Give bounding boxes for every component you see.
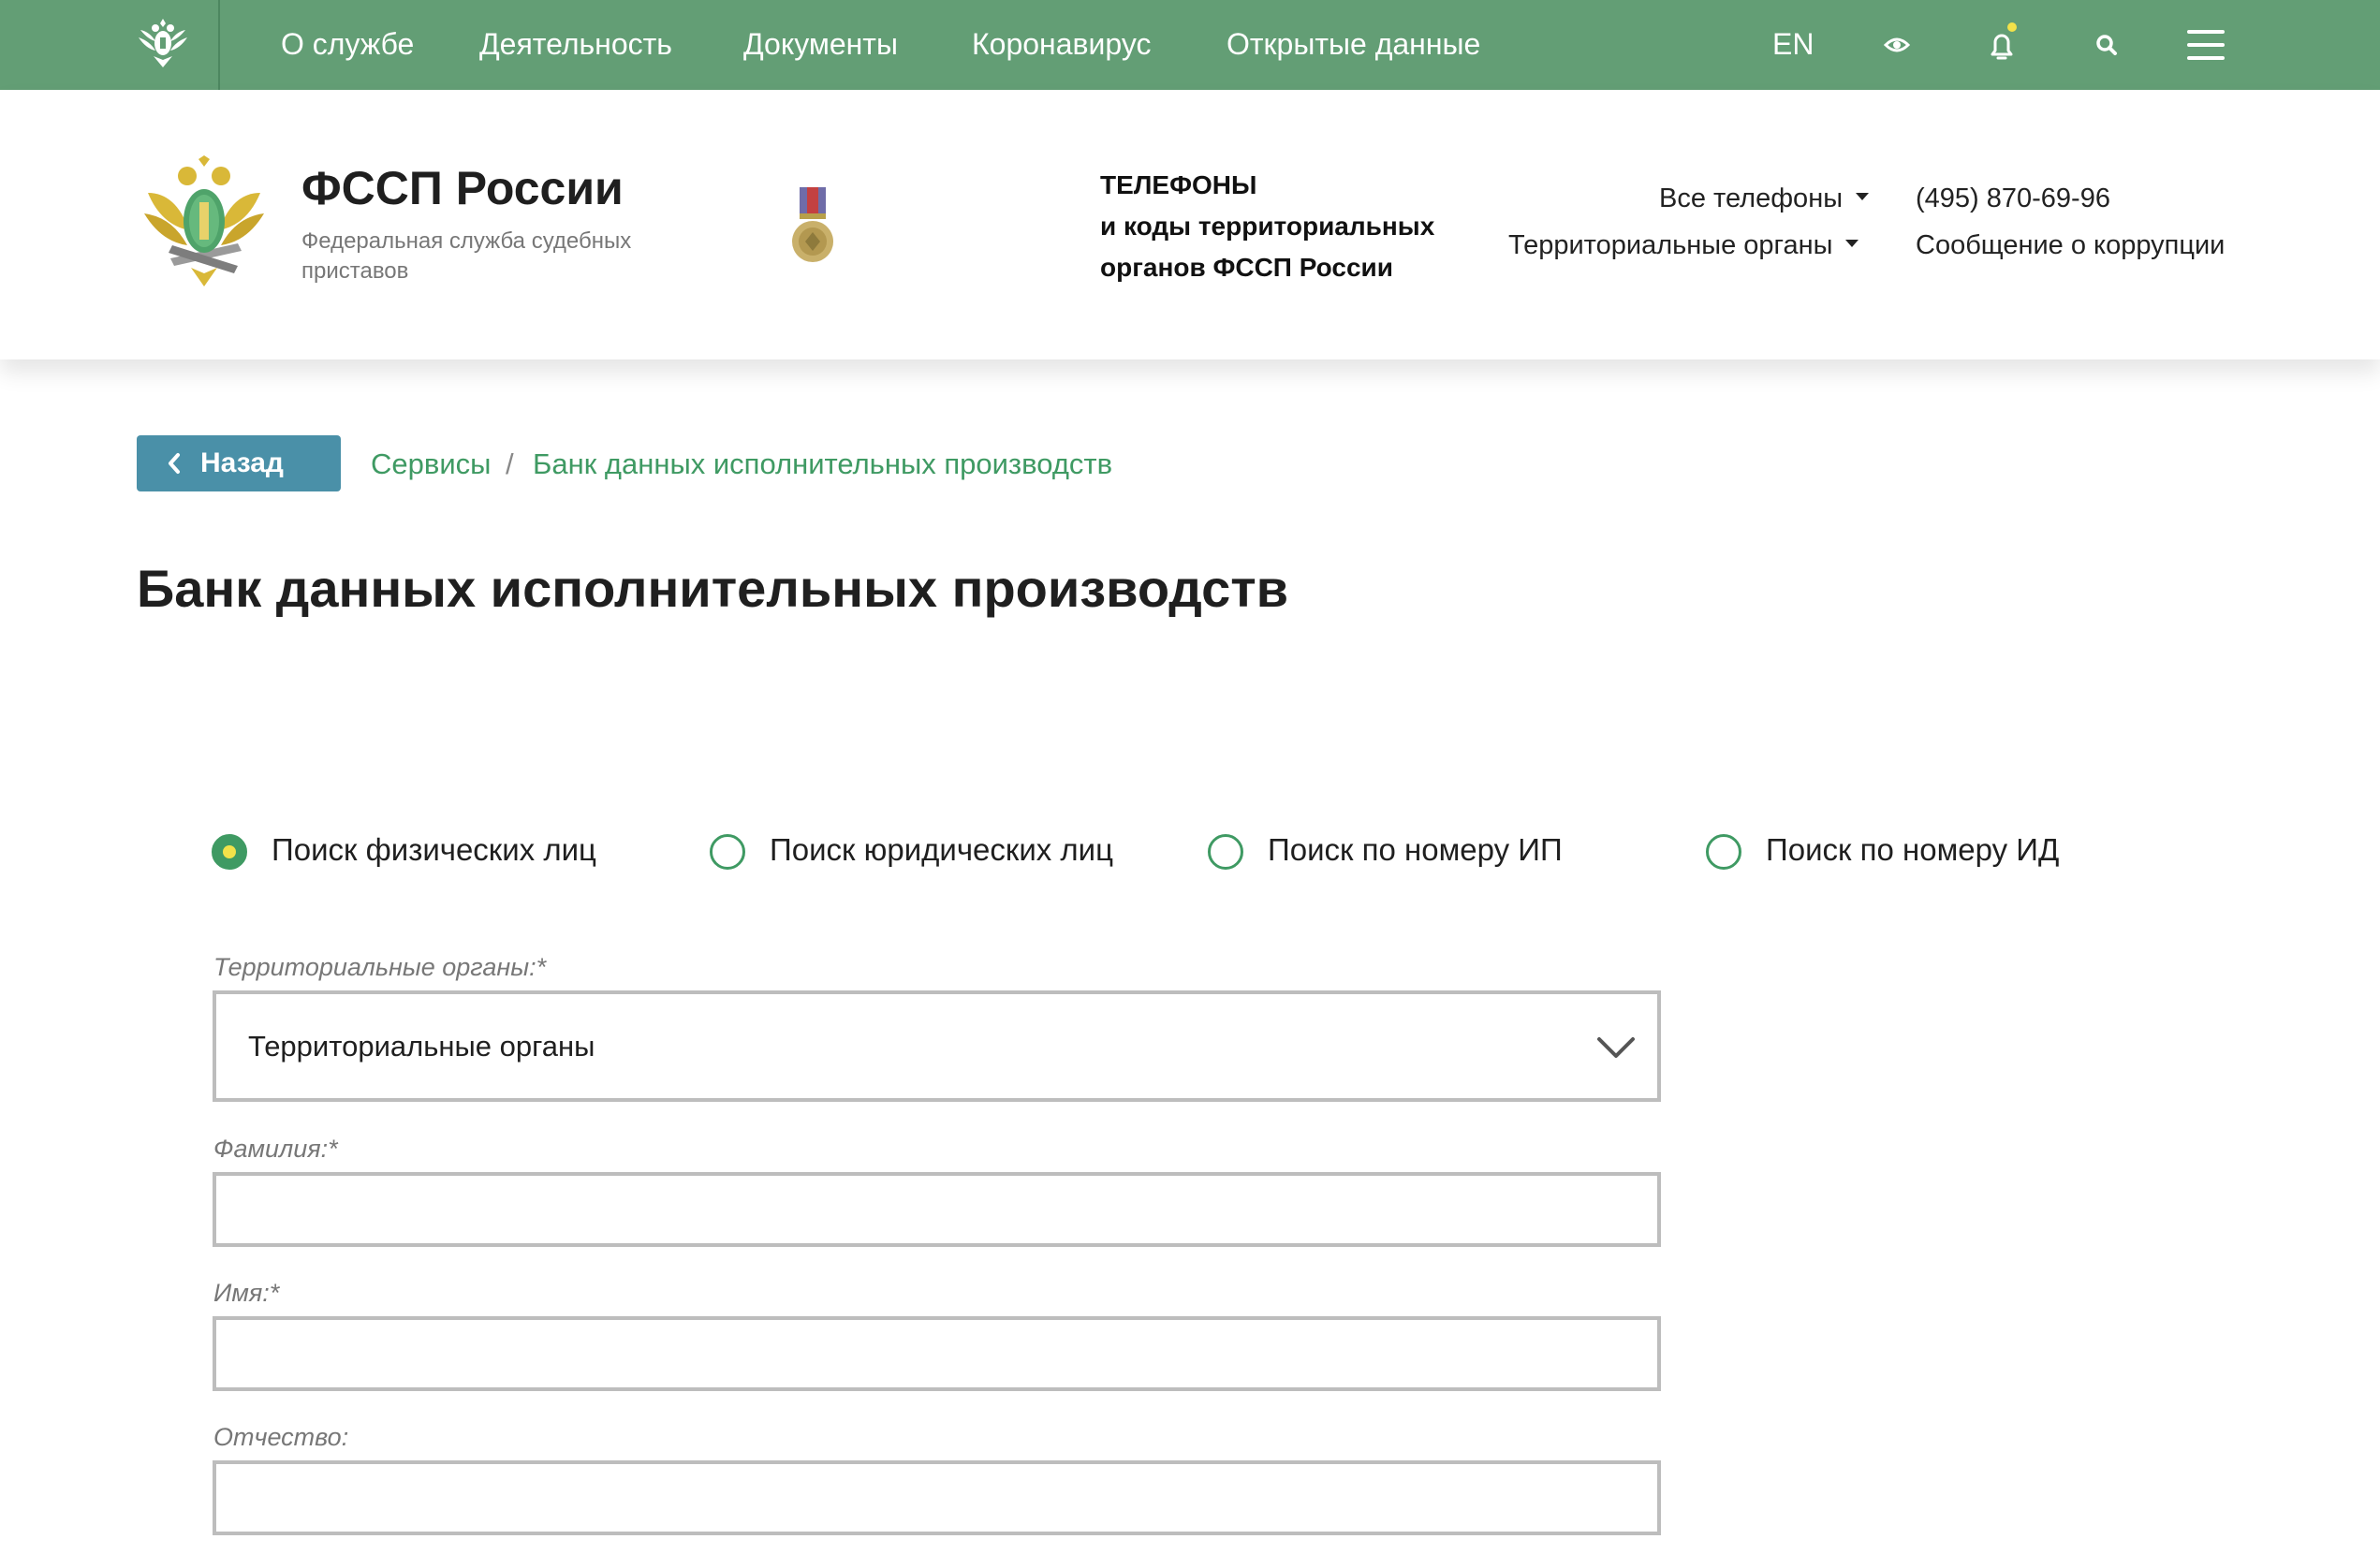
radio-button[interactable] <box>1208 834 1243 870</box>
radio-button[interactable] <box>1706 834 1741 870</box>
caret-down-icon <box>1845 240 1859 248</box>
site-header: ФССП России Федеральная служба судебных … <box>0 90 2380 359</box>
lastname-input[interactable] <box>213 1172 1661 1247</box>
page-title: Банк данных исполнительных производств <box>137 559 1289 618</box>
back-button[interactable]: Назад <box>137 435 341 491</box>
territorial-dropdown[interactable]: Территориальные органы <box>1508 230 1859 261</box>
eye-icon[interactable] <box>1874 22 1919 67</box>
radio-label[interactable]: Поиск по номеру ИП <box>1268 832 1563 868</box>
breadcrumb-current[interactable]: Банк данных исполнительных производств <box>533 447 1112 481</box>
topbar-divider <box>218 0 220 90</box>
radio-button-checked[interactable] <box>212 834 247 870</box>
firstname-field-label: Имя:* <box>213 1279 280 1307</box>
breadcrumb-separator: / <box>506 447 514 480</box>
phone-link[interactable]: (495) 870-69-96 <box>1916 183 2110 214</box>
phones-line-3: органов ФССП России <box>1100 253 1393 282</box>
radio-label[interactable]: Поиск по номеру ИД <box>1766 832 2059 868</box>
medal-icon <box>792 187 833 262</box>
nav-item-coronavirus[interactable]: Коронавирус <box>972 22 1151 66</box>
chevron-left-icon <box>169 453 180 474</box>
brand-name: ФССП России <box>301 162 624 214</box>
phones-title: ТЕЛЕФОНЫ <box>1100 170 1257 199</box>
firstname-input[interactable] <box>213 1316 1661 1391</box>
fssp-logo[interactable] <box>140 155 268 292</box>
radio-label[interactable]: Поиск физических лиц <box>272 832 596 868</box>
nav-item-activity[interactable]: Деятельность <box>479 22 672 66</box>
radio-button[interactable] <box>710 834 745 870</box>
search-icon[interactable] <box>2084 22 2129 67</box>
language-switch[interactable]: EN <box>1772 22 1814 66</box>
brand-subtitle: Федеральная служба судебных приставов <box>301 228 632 284</box>
nav-item-open-data[interactable]: Открытые данные <box>1227 22 1480 66</box>
notification-dot <box>2007 22 2017 32</box>
breadcrumb-services[interactable]: Сервисы <box>371 447 491 481</box>
back-button-label: Назад <box>200 447 284 478</box>
nav-item-about[interactable]: О службе <box>281 22 414 66</box>
phones-line-2: и коды территориальных <box>1100 212 1435 241</box>
patronymic-field-label: Отчество: <box>213 1423 349 1451</box>
corruption-report-link[interactable]: Сообщение о коррупции <box>1916 230 2225 261</box>
patronymic-input[interactable] <box>213 1460 1661 1535</box>
phones-block[interactable]: ТЕЛЕФОНЫ и коды территориальных органов … <box>1100 165 1434 288</box>
territorial-label: Территориальные органы <box>1508 230 1833 260</box>
lastname-field-label: Фамилия:* <box>213 1135 338 1163</box>
top-navigation-bar: О службе Деятельность Документы Коронави… <box>0 0 2380 90</box>
emblem-icon[interactable] <box>133 13 193 73</box>
territorial-select[interactable]: Территориальные органы <box>213 990 1661 1102</box>
chevron-down-icon <box>1597 1037 1635 1058</box>
caret-down-icon <box>1856 193 1870 201</box>
menu-icon[interactable] <box>2183 22 2228 67</box>
all-phones-label: Все телефоны <box>1659 183 1844 213</box>
radio-label[interactable]: Поиск юридических лиц <box>770 832 1113 868</box>
bell-icon[interactable] <box>1979 22 2024 67</box>
territorial-field-label: Территориальные органы:* <box>213 953 547 981</box>
territorial-select-value: Территориальные органы <box>248 1030 595 1063</box>
nav-item-documents[interactable]: Документы <box>743 22 898 66</box>
all-phones-dropdown[interactable]: Все телефоны <box>1659 183 1870 214</box>
